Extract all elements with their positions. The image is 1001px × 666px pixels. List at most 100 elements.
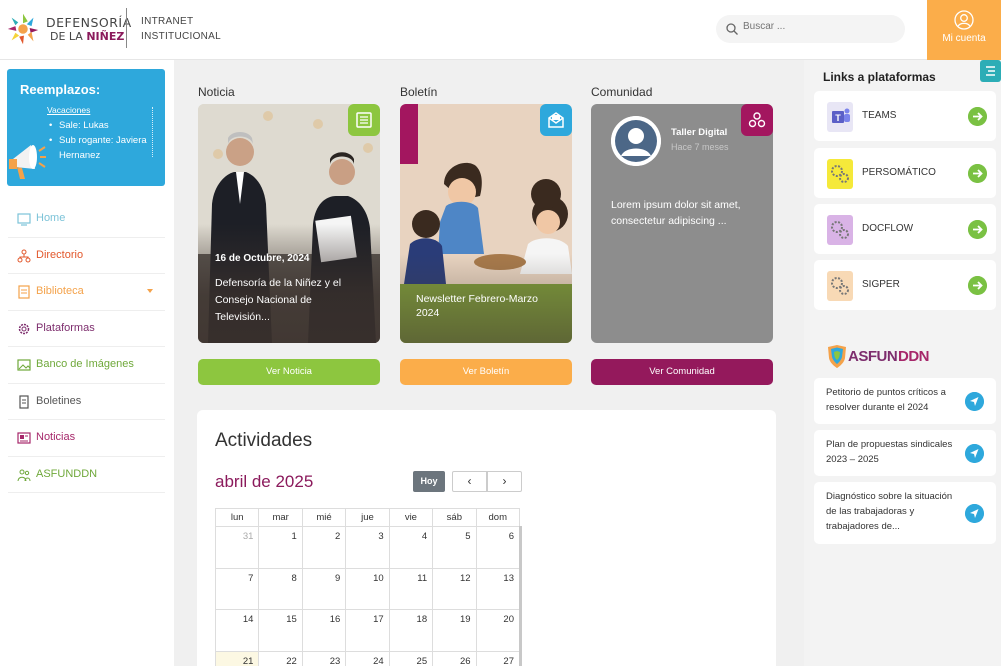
platform-label: SIGPER bbox=[862, 279, 900, 290]
nav-label: Directorio bbox=[36, 248, 84, 261]
account-button[interactable]: Mi cuenta bbox=[927, 0, 1001, 60]
arrow-right-icon[interactable] bbox=[968, 220, 987, 239]
gear-icon bbox=[18, 323, 30, 334]
calendar-day[interactable]: 18 bbox=[388, 609, 434, 652]
calendar-day[interactable]: 12 bbox=[432, 567, 477, 610]
chevron-down-icon[interactable] bbox=[147, 289, 153, 293]
news-icon bbox=[17, 432, 31, 444]
nav-item-home[interactable]: Home bbox=[8, 201, 165, 238]
calendar-month: abril de 2025 bbox=[215, 472, 314, 491]
comunidad-section-label: Comunidad bbox=[591, 85, 653, 99]
calendar-day[interactable]: 16 bbox=[301, 609, 347, 652]
platform-link-sigper[interactable]: SIGPER bbox=[814, 260, 996, 310]
arrow-right-icon[interactable] bbox=[968, 276, 987, 295]
comunidad-card[interactable]: Taller Digital Hace 7 meses Lorem ipsum … bbox=[591, 104, 773, 343]
document-title: Plan de propuestas sindicales 2023 – 202… bbox=[826, 439, 953, 465]
arrow-right-icon[interactable] bbox=[968, 107, 987, 126]
platform-link-docflow[interactable]: DOCFLOW bbox=[814, 204, 996, 254]
newspaper-icon bbox=[356, 112, 372, 128]
calendar-day[interactable]: 26 bbox=[432, 650, 477, 666]
document-link[interactable]: Diagnóstico sobre la situación de las tr… bbox=[814, 482, 996, 544]
calendar-day[interactable]: 3 bbox=[345, 526, 390, 569]
calendar-day[interactable]: 13 bbox=[475, 567, 521, 610]
nav-label: Noticias bbox=[36, 431, 76, 443]
document-icon bbox=[18, 285, 30, 299]
mail-icon bbox=[548, 112, 564, 128]
send-icon[interactable] bbox=[965, 444, 984, 463]
calendar-day-today[interactable]: 21 bbox=[214, 650, 260, 666]
calendar-day[interactable]: 27 bbox=[475, 650, 521, 666]
calendar-day[interactable]: 23 bbox=[301, 650, 347, 666]
ver-comunidad-button[interactable]: Ver Comunidad bbox=[591, 359, 773, 385]
calendar-day[interactable]: 15 bbox=[258, 609, 303, 652]
nav-item-noticias[interactable]: Noticias bbox=[8, 420, 165, 457]
nav-item-banco-imagenes[interactable]: Banco de Imágenes bbox=[8, 347, 165, 384]
svg-text:T: T bbox=[835, 113, 841, 123]
calendar-day[interactable]: 19 bbox=[432, 609, 477, 652]
calendar-grid: lun mar mié jue vie sáb dom 31 1 2 3 4 5… bbox=[214, 508, 521, 666]
logo-text-line1: DEFENSORÍA bbox=[46, 15, 132, 30]
calendar-day[interactable]: 17 bbox=[345, 609, 390, 652]
search-box[interactable] bbox=[716, 15, 905, 43]
calendar-day[interactable]: 8 bbox=[258, 567, 303, 610]
calendar-day[interactable]: 25 bbox=[388, 650, 434, 666]
next-month-button[interactable]: › bbox=[487, 471, 522, 492]
calendar-day[interactable]: 1 bbox=[258, 526, 303, 569]
arrow-right-icon[interactable] bbox=[968, 164, 987, 183]
calendar-day[interactable]: 6 bbox=[475, 526, 521, 569]
calendar-day[interactable]: 4 bbox=[388, 526, 434, 569]
platform-link-persomatico[interactable]: PERSOMÁTICO bbox=[814, 148, 996, 198]
boletin-title[interactable]: Newsletter Febrero-Marzo 2024 bbox=[416, 292, 556, 320]
ver-boletin-button[interactable]: Ver Boletín bbox=[400, 359, 572, 385]
nav-item-biblioteca[interactable]: Biblioteca bbox=[8, 274, 165, 311]
search-input[interactable] bbox=[743, 21, 893, 32]
asfunddn-logo: ASFUN DDN bbox=[826, 344, 936, 370]
ver-noticia-button[interactable]: Ver Noticia bbox=[198, 359, 380, 385]
calendar-day[interactable]: 2 bbox=[301, 526, 347, 569]
calendar-day[interactable]: 24 bbox=[345, 650, 390, 666]
news-card[interactable]: 16 de Octubre, 2024 Defensoría de la Niñ… bbox=[198, 104, 380, 343]
calendar-day[interactable]: 20 bbox=[475, 609, 521, 652]
right-sidebar: Links a plataformas T TEAMS PERSOMÁTICO … bbox=[804, 60, 1001, 666]
community-icon bbox=[748, 112, 766, 128]
weekday-header: dom bbox=[475, 508, 521, 527]
logo-divider bbox=[126, 8, 127, 48]
reemplazos-title: Reemplazos: bbox=[20, 82, 101, 97]
main-nav: Home Directorio Biblioteca Plataformas B… bbox=[8, 201, 165, 493]
send-icon[interactable] bbox=[965, 504, 984, 523]
reemplazos-scroll[interactable] bbox=[152, 107, 154, 157]
nav-item-plataformas[interactable]: Plataformas bbox=[8, 311, 165, 347]
calendar-day[interactable]: 10 bbox=[345, 567, 390, 610]
document-link[interactable]: Plan de propuestas sindicales 2023 – 202… bbox=[814, 430, 996, 476]
people-icon bbox=[17, 469, 31, 481]
left-sidebar: Reemplazos: Vacaciones Sale: Lukas Sub r… bbox=[0, 60, 174, 666]
calendar-day[interactable]: 22 bbox=[258, 650, 303, 666]
calendar-day[interactable]: 14 bbox=[214, 609, 260, 652]
nav-item-boletines[interactable]: Boletines bbox=[8, 384, 165, 420]
platform-link-teams[interactable]: T TEAMS bbox=[814, 91, 996, 141]
avatar[interactable] bbox=[611, 116, 661, 166]
comunidad-text[interactable]: Lorem ipsum dolor sit amet, consectetur … bbox=[611, 197, 761, 229]
calendar-day[interactable]: 11 bbox=[388, 567, 434, 610]
logo-icon[interactable] bbox=[4, 10, 42, 48]
news-section-label: Noticia bbox=[198, 85, 235, 99]
nav-item-asfunddn[interactable]: ASFUNDDN bbox=[8, 457, 165, 493]
asfunddn-text-a: ASFUN bbox=[848, 348, 898, 365]
document-link[interactable]: Petitorio de puntos críticos a resolver … bbox=[814, 378, 996, 424]
panel-toggle-button[interactable] bbox=[980, 60, 1001, 82]
calendar-scrollbar[interactable] bbox=[519, 526, 522, 666]
calendar-day[interactable]: 31 bbox=[214, 526, 260, 569]
prev-month-button[interactable]: ‹ bbox=[452, 471, 487, 492]
reemplazos-list: Sale: Lukas Sub rogante: Javiera Hernane… bbox=[47, 118, 157, 163]
weekday-header: mar bbox=[258, 508, 303, 527]
calendar-day[interactable]: 7 bbox=[214, 567, 260, 610]
nav-item-directorio[interactable]: Directorio bbox=[8, 238, 165, 274]
news-title[interactable]: Defensoría de la Niñez y el Consejo Naci… bbox=[215, 275, 365, 326]
today-button[interactable]: Hoy bbox=[413, 471, 445, 492]
calendar-day[interactable]: 5 bbox=[432, 526, 477, 569]
boletin-card[interactable]: Newsletter Febrero-Marzo 2024 bbox=[400, 104, 572, 343]
calendar-day[interactable]: 9 bbox=[301, 567, 347, 610]
platform-label: PERSOMÁTICO bbox=[862, 167, 936, 178]
send-icon[interactable] bbox=[965, 392, 984, 411]
menu-icon bbox=[986, 66, 995, 76]
